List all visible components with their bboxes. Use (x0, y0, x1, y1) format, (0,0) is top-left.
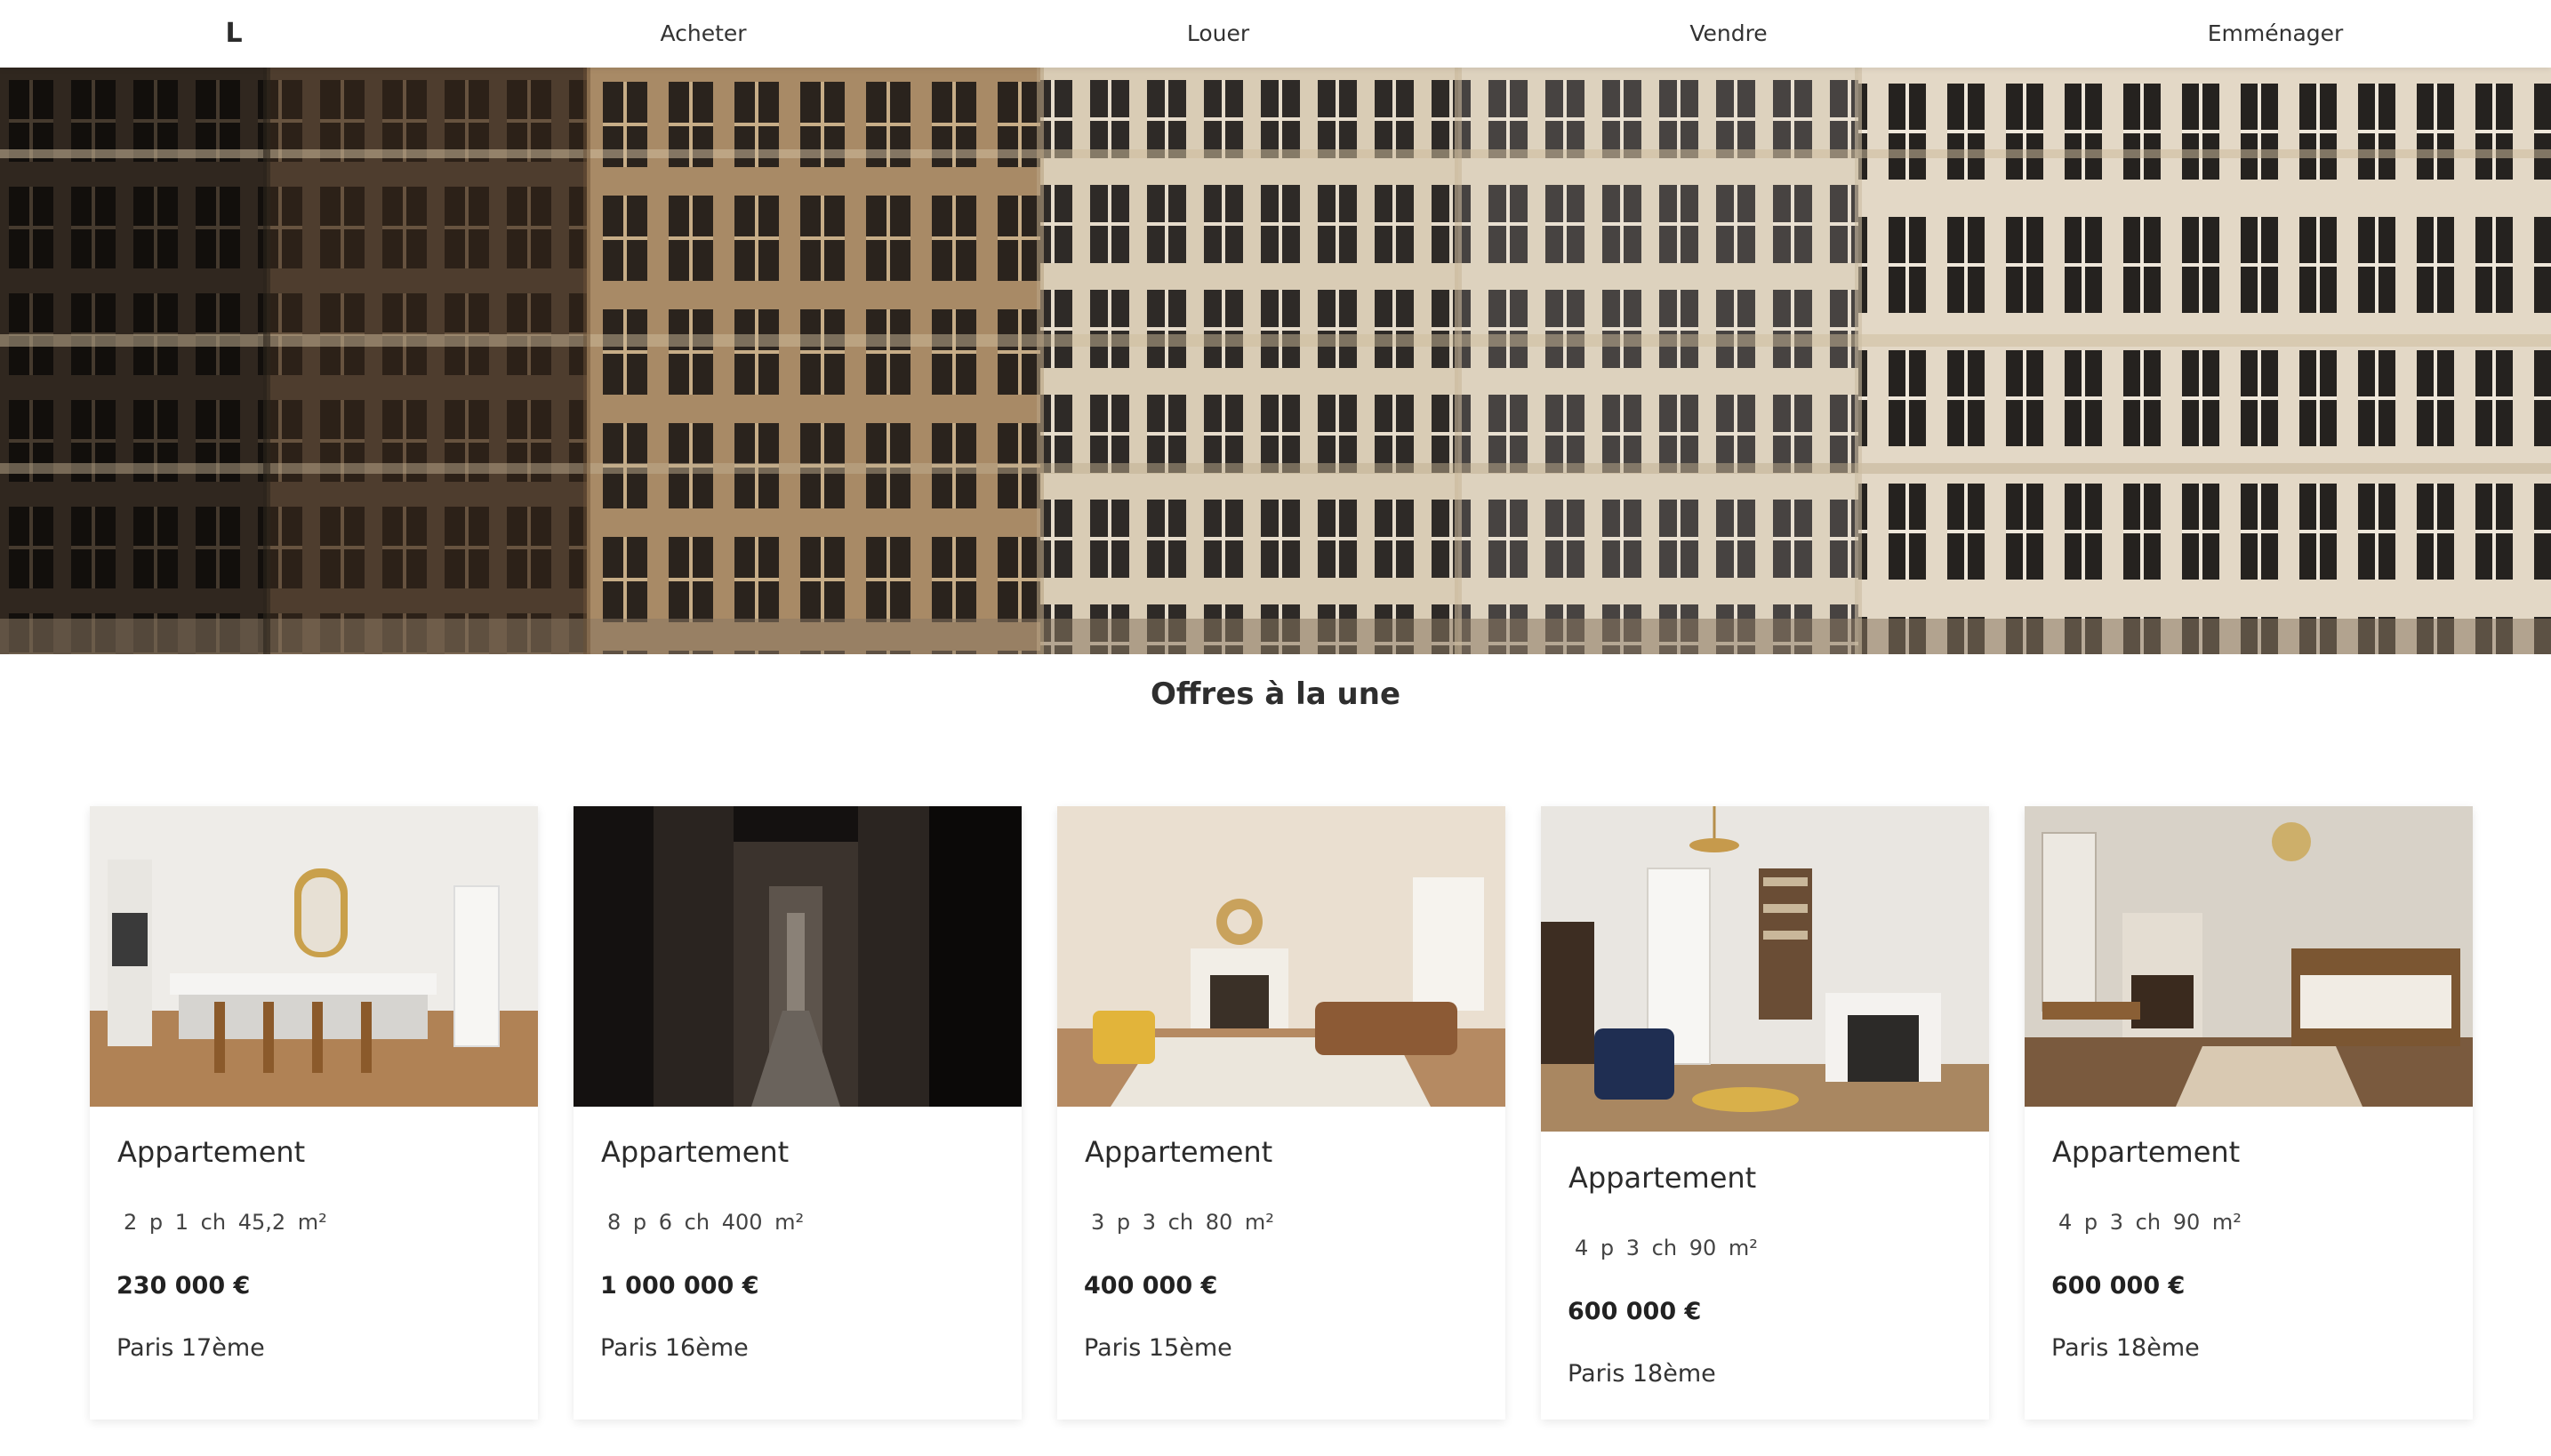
site-logo[interactable]: L (221, 16, 247, 52)
listing-card[interactable]: Appartement 4 p 3 ch 90 m² 600 000 € Par… (1541, 806, 1989, 1420)
dark-hallway-photo (574, 806, 1022, 1107)
fireplace-living-photo (1541, 806, 1989, 1132)
nav-link-emmenager[interactable]: Emménager (2208, 16, 2344, 52)
listing-location: Paris 16ème (600, 1334, 749, 1362)
listing-card[interactable]: Appartement 8 p 6 ch 400 m² 1 000 000 € … (574, 806, 1022, 1420)
listing-specs: 3 p 3 ch 80 m² (1091, 1210, 1274, 1235)
listing-specs: 8 p 6 ch 400 m² (607, 1210, 805, 1235)
hero-facade-image (0, 68, 2551, 654)
listing-location: Paris 17ème (116, 1334, 265, 1362)
listing-location: Paris 15ème (1084, 1334, 1232, 1362)
bedroom-photo (2025, 806, 2473, 1107)
listing-specs: 4 p 3 ch 90 m² (2058, 1210, 2242, 1235)
living-room-photo (1057, 806, 1505, 1107)
listing-card[interactable]: Appartement 3 p 3 ch 80 m² 400 000 € Par… (1057, 806, 1505, 1420)
listing-specs: 2 p 1 ch 45,2 m² (124, 1210, 327, 1235)
nav-link-louer[interactable]: Louer (1187, 16, 1249, 52)
facade-illustration (0, 68, 2551, 654)
nav-link-acheter[interactable]: Acheter (660, 16, 746, 52)
listing-card[interactable]: Appartement 4 p 3 ch 90 m² 600 000 € Par… (2025, 806, 2473, 1420)
listing-type: Appartement (2052, 1135, 2241, 1169)
listing-location: Paris 18ème (1568, 1360, 1716, 1388)
listing-price: 1 000 000 € (600, 1272, 759, 1300)
listing-price: 600 000 € (2051, 1272, 2186, 1300)
listing-specs: 4 p 3 ch 90 m² (1575, 1236, 1758, 1260)
kitchen-photo (90, 806, 538, 1107)
listing-type: Appartement (1568, 1161, 1757, 1195)
top-navigation: L Acheter Louer Vendre Emménager (0, 0, 2551, 68)
listing-price: 400 000 € (1084, 1272, 1218, 1300)
listing-type: Appartement (601, 1135, 790, 1169)
listing-price: 600 000 € (1568, 1298, 1702, 1325)
listing-price: 230 000 € (116, 1272, 251, 1300)
nav-link-vendre[interactable]: Vendre (1689, 16, 1767, 52)
listing-type: Appartement (117, 1135, 306, 1169)
listing-type: Appartement (1085, 1135, 1273, 1169)
listing-card[interactable]: Appartement 2 p 1 ch 45,2 m² 230 000 € P… (90, 806, 538, 1420)
listing-location: Paris 18ème (2051, 1334, 2200, 1362)
featured-offers-title: Offres à la une (1150, 676, 1401, 712)
